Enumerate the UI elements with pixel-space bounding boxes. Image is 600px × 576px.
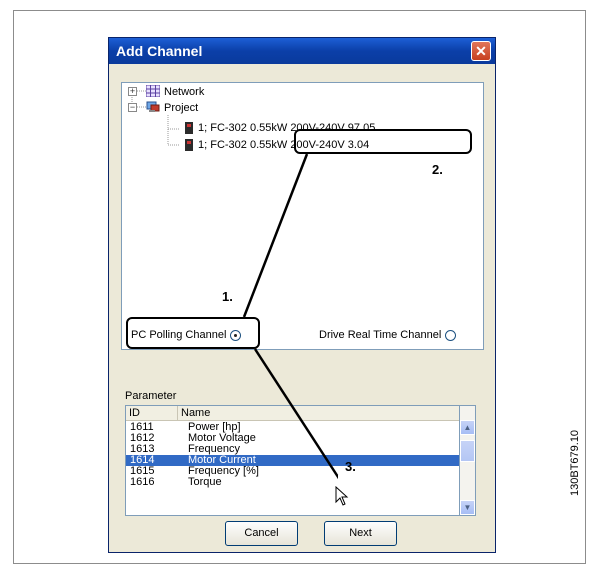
mouse-pointer-icon [335,486,349,506]
callout-step-1: 1. [222,289,233,304]
callout-step-2: 2. [432,162,443,177]
figure-reference: 130BT679.10 [569,429,581,496]
callout-lines [242,153,368,484]
callout-step-3: 3. [345,459,356,474]
